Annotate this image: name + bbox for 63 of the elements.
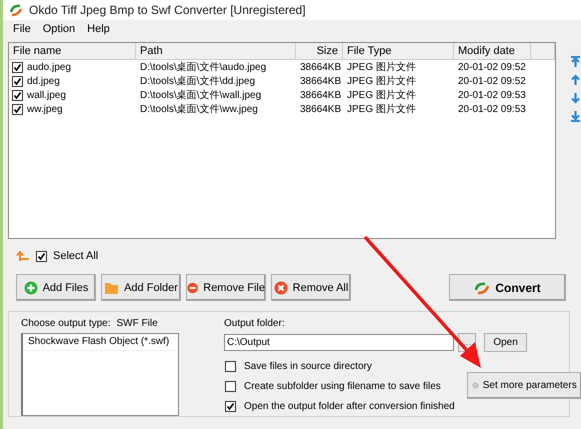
table-cell-text: 20-01-02 09:53 [457, 90, 527, 100]
column-header[interactable]: File name [9, 43, 136, 59]
option-label[interactable]: Save files in source directory [244, 360, 372, 372]
add-files-button[interactable]: Add Files [16, 274, 96, 301]
convert-button[interactable]: Convert [449, 274, 566, 301]
file-name-cell: wall.jpeg [27, 90, 66, 100]
output-folder-field[interactable]: C:\Output [224, 334, 454, 351]
remove-all-button[interactable]: Remove All [271, 274, 351, 301]
move-top-icon[interactable] [570, 56, 581, 68]
checkbox[interactable] [12, 76, 23, 86]
menu-item[interactable]: Help [81, 23, 116, 35]
table-cell-text: JPEG 图片文件 [346, 74, 417, 88]
set-more-parameters-button[interactable]: Set more parameters [466, 372, 581, 399]
table-cell-text: 38664KB [299, 90, 342, 100]
table-cell-text: D:\tools\桌面\文件\audo.jpeg [139, 60, 268, 74]
checkbox[interactable] [12, 62, 23, 72]
column-header[interactable]: Path [136, 43, 296, 59]
table-cell-text: 20-01-02 09:52 [457, 76, 527, 86]
table-cell-text: JPEG 图片文件 [346, 88, 417, 102]
open-button[interactable]: Open [484, 333, 527, 352]
checkbox[interactable] [225, 360, 236, 372]
table-cell-text: 38664KB [299, 62, 342, 72]
table-cell-text: D:\tools\桌面\文件\wall.jpeg [139, 88, 262, 102]
table-cell-text: 38664KB [299, 76, 342, 86]
window-title: Okdo Tiff Jpeg Bmp to Swf Converter [Unregistered] [29, 3, 306, 17]
move-bottom-icon[interactable] [570, 110, 581, 122]
file-name-cell: ww.jpeg [27, 104, 63, 114]
select-all-label[interactable]: Select All [53, 250, 98, 262]
table-cell-text: JPEG 图片文件 [346, 102, 417, 116]
table-cell-text: JPEG 图片文件 [346, 60, 417, 74]
checkbox[interactable] [36, 250, 47, 262]
add-folder-button[interactable]: Add Folder [101, 274, 181, 301]
checkbox[interactable] [12, 104, 23, 114]
convert-icon [474, 280, 490, 294]
folder-icon [104, 280, 120, 294]
remove-file-button[interactable]: Remove File [186, 274, 266, 301]
output-type-value: SWF File [116, 318, 158, 331]
output-type-label: Choose output type: [21, 318, 111, 331]
table-cell-text: D:\tools\桌面\文件\ww.jpeg [139, 102, 259, 116]
output-type-list[interactable]: Shockwave Flash Object (*.swf) [21, 333, 179, 416]
option-label[interactable]: Create subfolder using filename to save files [244, 380, 441, 392]
table-cell-text: 20-01-02 09:52 [457, 62, 527, 72]
menu-item[interactable]: Option [36, 23, 82, 35]
close-icon [274, 280, 288, 294]
column-header[interactable]: File Type [343, 43, 454, 59]
checkbox[interactable] [12, 90, 23, 100]
table-cell-text: 20-01-02 09:53 [457, 104, 527, 114]
column-header[interactable]: Size [296, 43, 343, 59]
checkbox[interactable] [225, 400, 236, 412]
app-icon [9, 3, 23, 17]
minus-icon [187, 280, 198, 294]
plus-icon [24, 280, 38, 294]
table-cell-text: D:\tools\桌面\文件\dd.jpeg [139, 74, 256, 88]
checkbox[interactable] [225, 380, 236, 392]
file-name-cell: audo.jpeg [27, 62, 71, 72]
move-down-icon[interactable] [570, 92, 581, 104]
move-up-icon[interactable] [570, 74, 581, 86]
column-header[interactable]: Modify date [454, 43, 531, 59]
option-label[interactable]: Open the output folder after conversion finished [244, 400, 455, 412]
menu-item[interactable]: File [7, 23, 37, 35]
table-cell-text: 38664KB [299, 104, 342, 114]
file-name-cell: dd.jpeg [27, 76, 60, 86]
output-folder-label: Output folder: [224, 318, 286, 331]
